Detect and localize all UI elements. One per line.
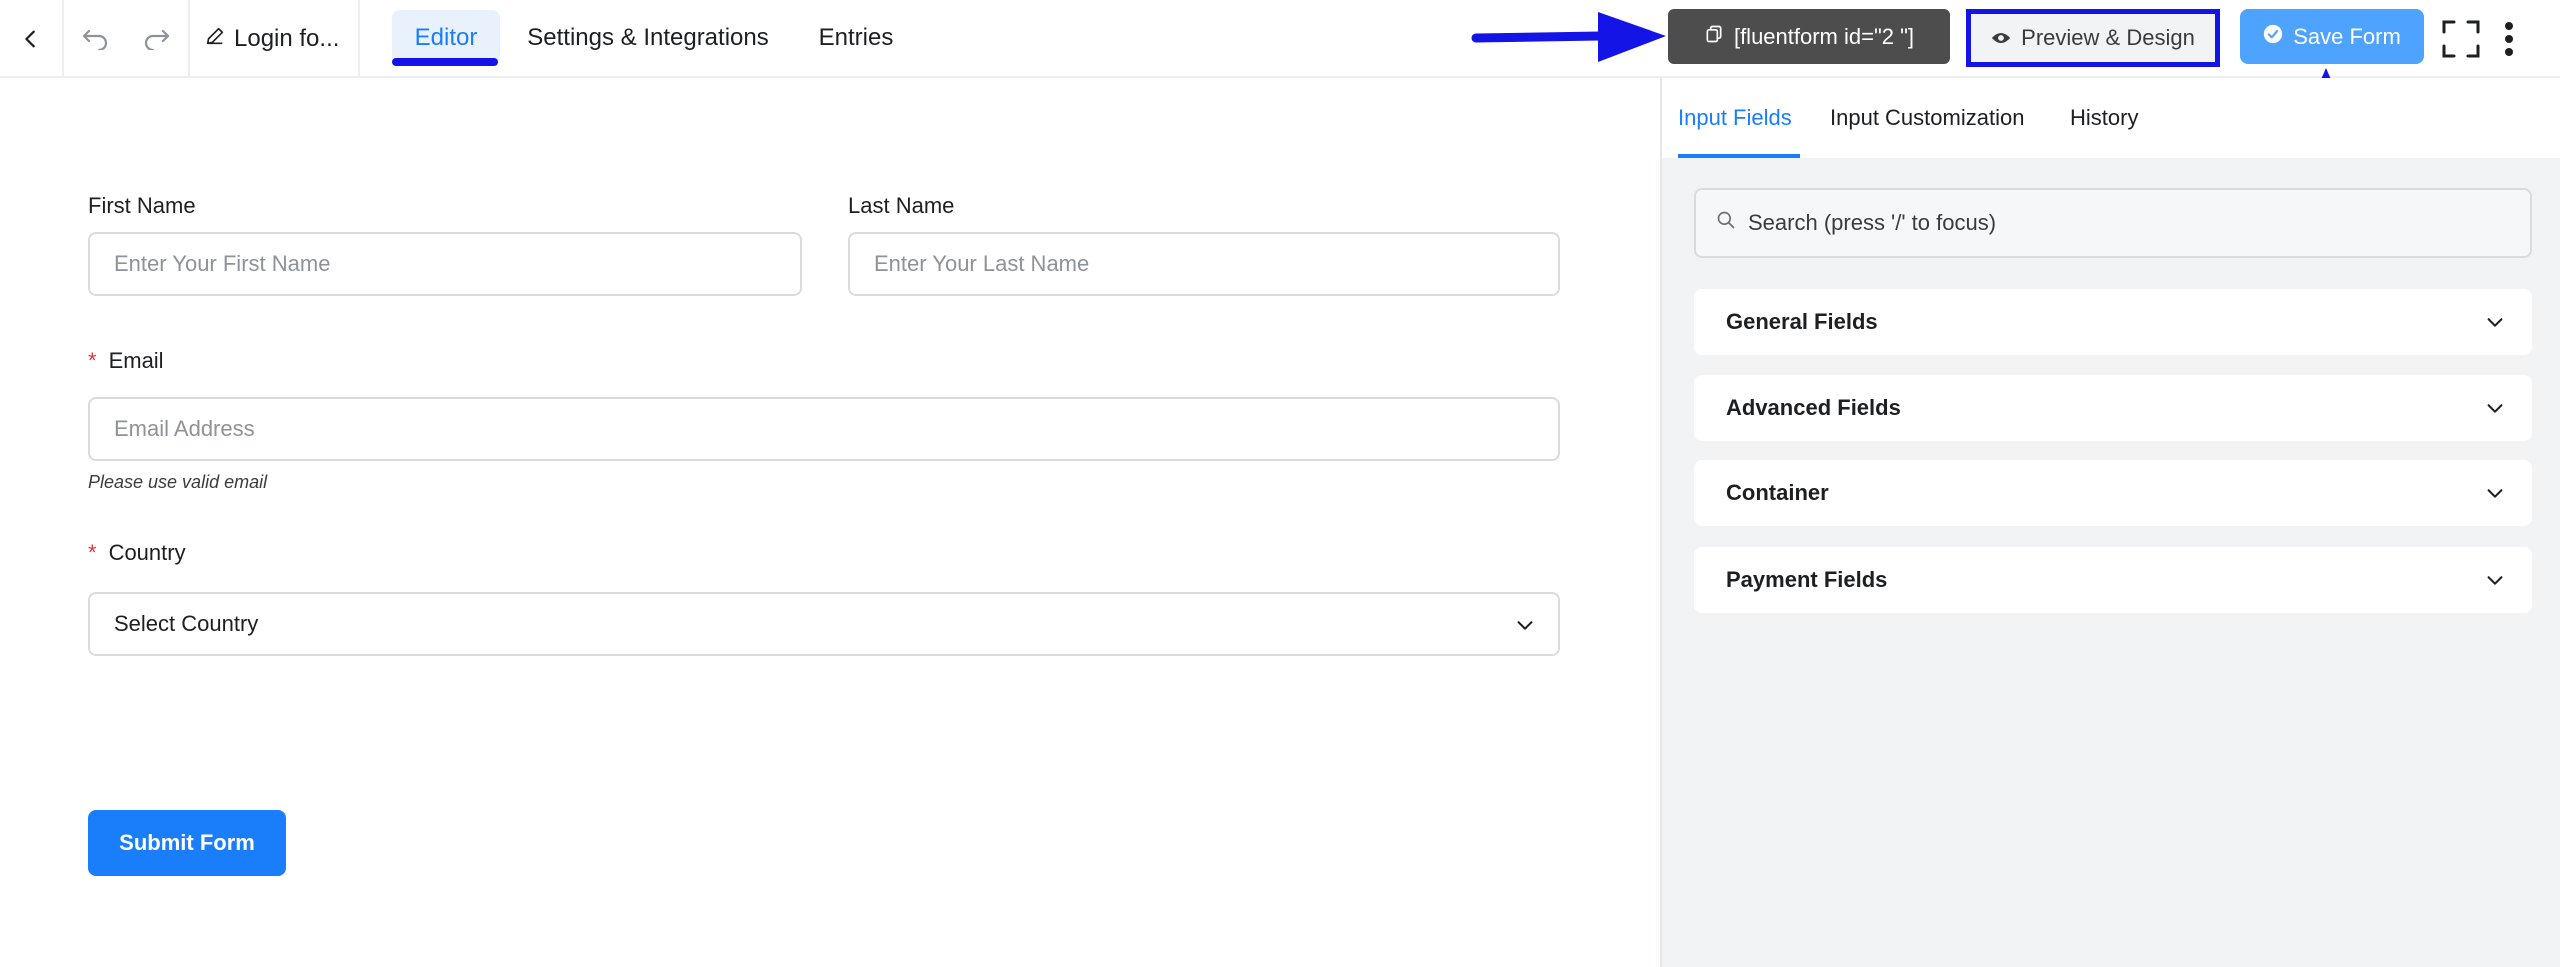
chevron-down-icon	[2484, 311, 2506, 339]
email-label-text: Email	[108, 348, 164, 373]
chevron-down-icon	[2484, 397, 2506, 425]
tab-history[interactable]: History	[2070, 78, 2138, 158]
section-container[interactable]: Container	[1694, 460, 2532, 526]
section-general-fields[interactable]: General Fields	[1694, 289, 2532, 355]
country-label-text: Country	[108, 540, 186, 565]
tab-input-fields[interactable]: Input Fields	[1678, 78, 1792, 158]
email-help-text: Please use valid email	[88, 472, 268, 492]
copy-icon	[1704, 24, 1724, 50]
section-label: Container	[1726, 480, 1829, 505]
section-label: General Fields	[1726, 309, 1878, 334]
section-label: Payment Fields	[1726, 567, 1888, 592]
search-input[interactable]: Search (press '/' to focus)	[1694, 188, 2532, 258]
edit-icon	[204, 25, 234, 54]
email-label: * Email	[88, 348, 164, 374]
tab-input-fields-underline	[1678, 154, 1800, 158]
check-circle-icon	[2263, 24, 2283, 50]
section-payment-fields[interactable]: Payment Fields	[1694, 547, 2532, 613]
tab-input-customization[interactable]: Input Customization	[1830, 78, 2024, 158]
more-vertical-icon[interactable]	[2494, 0, 2524, 78]
last-name-input[interactable]: Enter Your Last Name	[848, 232, 1560, 296]
divider	[358, 0, 360, 78]
first-name-label: First Name	[88, 193, 196, 218]
save-form-label: Save Form	[2293, 23, 2401, 49]
fullscreen-icon[interactable]	[2438, 0, 2484, 78]
form-canvas: First Name Enter Your First Name Last Na…	[0, 78, 1660, 967]
chevron-down-icon	[2484, 482, 2506, 510]
preview-design-label: Preview & Design	[2021, 25, 2195, 50]
undo-icon[interactable]	[64, 0, 126, 78]
field-panel: Input Fields Input Customization History…	[1660, 78, 2560, 967]
email-input[interactable]: Email Address	[88, 397, 1560, 461]
form-title[interactable]: Login fo...	[204, 0, 339, 78]
shortcode-copy-button[interactable]: [fluentform id="2 "]	[1668, 9, 1950, 64]
country-label: * Country	[88, 540, 186, 566]
required-mark: *	[88, 348, 97, 373]
tab-editor-underline	[392, 58, 498, 66]
last-name-label: Last Name	[848, 193, 955, 218]
preview-design-button[interactable]: Preview & Design	[1966, 9, 2220, 67]
required-mark: *	[88, 540, 97, 565]
chevron-down-icon	[2484, 569, 2506, 597]
redo-icon[interactable]	[126, 0, 188, 78]
form-title-text: Login fo...	[234, 25, 340, 52]
back-icon[interactable]	[0, 0, 62, 78]
divider	[188, 0, 190, 78]
save-form-button[interactable]: Save Form	[2240, 9, 2424, 64]
section-label: Advanced Fields	[1726, 395, 1901, 420]
tab-settings-integrations[interactable]: Settings & Integrations	[508, 10, 788, 66]
search-icon	[1716, 210, 1736, 236]
search-placeholder: Search (press '/' to focus)	[1748, 210, 1997, 235]
country-select-value: Select Country	[114, 611, 259, 636]
submit-form-button[interactable]: Submit Form	[88, 810, 286, 876]
section-advanced-fields[interactable]: Advanced Fields	[1694, 375, 2532, 441]
tab-entries[interactable]: Entries	[800, 10, 912, 66]
eye-icon	[1991, 25, 2011, 51]
chevron-down-icon	[1514, 614, 1536, 642]
top-bar: Login fo... Editor Settings & Integratio…	[0, 0, 2560, 78]
country-select[interactable]: Select Country	[88, 592, 1560, 656]
panel-tabs: Input Fields Input Customization History	[1662, 78, 2560, 158]
shortcode-text: [fluentform id="2 "]	[1733, 23, 1915, 49]
first-name-input[interactable]: Enter Your First Name	[88, 232, 802, 296]
